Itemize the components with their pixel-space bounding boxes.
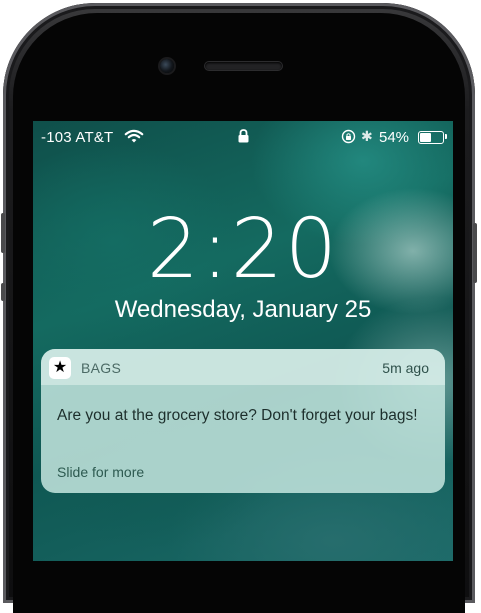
front-camera	[160, 59, 174, 73]
lock-screen[interactable]: -103 AT&T ✱ 54% 2:20 Wednesday, January …	[33, 121, 453, 561]
battery-icon	[418, 131, 444, 144]
notification-message: Are you at the grocery store? Don't forg…	[57, 407, 418, 424]
clock-time: 2:20	[146, 202, 340, 297]
wifi-icon	[124, 129, 144, 148]
lock-icon	[238, 129, 249, 147]
slide-for-more-hint[interactable]: Slide for more	[57, 464, 144, 480]
notification-app-name: BAGS	[81, 360, 122, 376]
earpiece-speaker	[205, 62, 282, 70]
battery-percent: 54%	[379, 129, 410, 146]
bluetooth-icon: ✱	[361, 128, 373, 144]
orientation-lock-icon	[341, 129, 356, 148]
battery-fill	[420, 133, 431, 142]
clock-date: Wednesday, January 25	[114, 296, 372, 323]
notification-card[interactable]: ★ BAGS 5m ago Are you at the grocery sto…	[41, 349, 445, 493]
side-button-left-top	[1, 213, 5, 253]
star-icon: ★	[49, 357, 71, 379]
phone-frame: -103 AT&T ✱ 54% 2:20 Wednesday, January …	[1, 3, 477, 613]
side-button-left-bottom	[1, 283, 5, 301]
carrier-signal: -103 AT&T	[41, 129, 114, 146]
status-bar: -103 AT&T ✱ 54%	[33, 121, 453, 153]
notification-time: 5m ago	[382, 360, 429, 376]
battery-tip	[445, 134, 447, 139]
side-button-right	[473, 223, 477, 283]
notification-header: ★ BAGS 5m ago	[41, 349, 445, 385]
